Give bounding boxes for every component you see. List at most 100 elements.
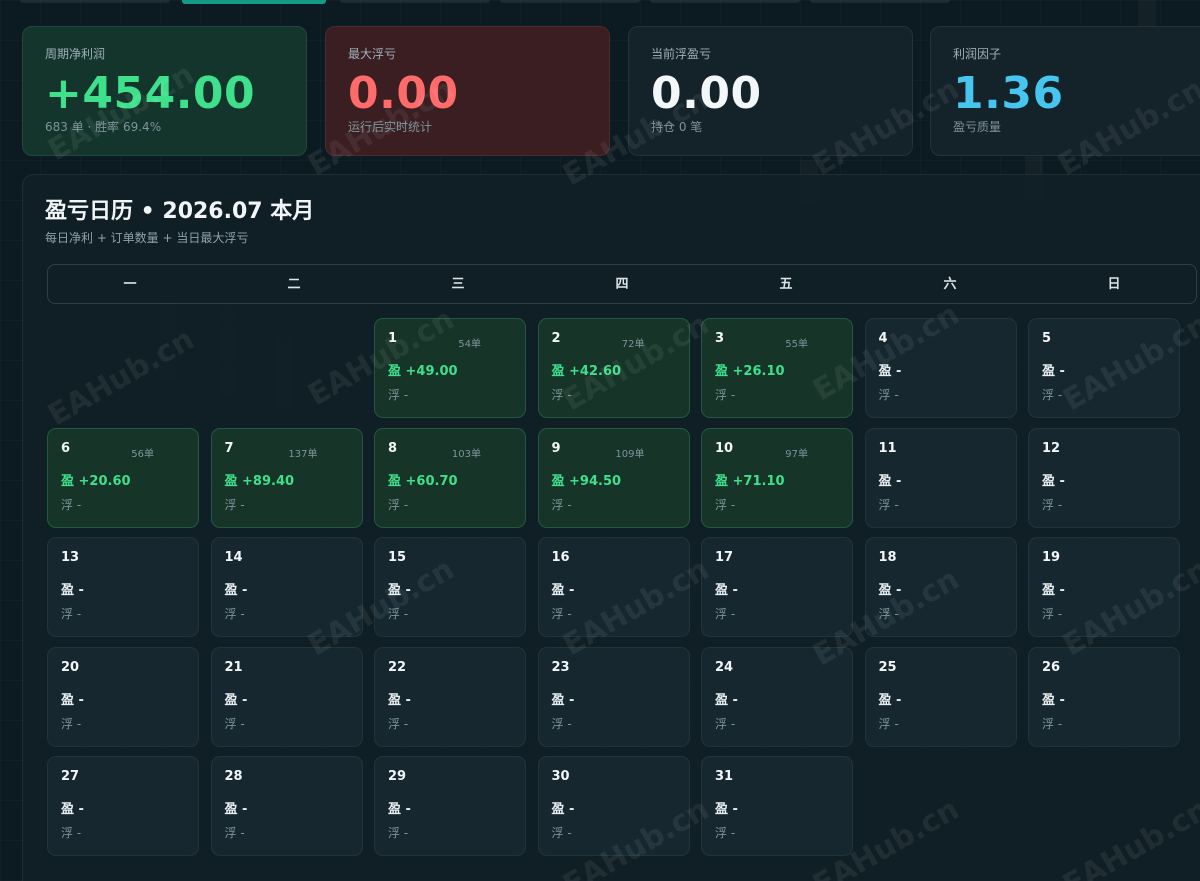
calendar-day-cell[interactable]: 19 盈 - 浮 - (1028, 537, 1180, 637)
day-float: 浮 - (878, 716, 899, 731)
day-number: 7 (224, 440, 234, 456)
day-number: 23 (551, 659, 570, 675)
day-number: 20 (61, 659, 80, 675)
day-float: 浮 - (715, 826, 736, 840)
stat-card-current-pnl: 当前浮盈亏 0.00 持仓 0 笔 (628, 26, 913, 156)
calendar-day-cell[interactable]: 6 56单盈 +20.60 浮 - (47, 427, 199, 528)
tab-ghost[interactable] (340, 0, 490, 3)
day-pnl: 盈 +94.50 (551, 473, 622, 489)
day-number: 30 (551, 769, 570, 784)
calendar-day-cell[interactable]: 13 盈 - 浮 - (47, 537, 199, 637)
calendar-day-cell[interactable]: 1 54单盈 +49.00 浮 - (374, 318, 526, 418)
calendar-day-cell[interactable]: 26 盈 - 浮 - (1028, 646, 1180, 747)
calendar-day-cell[interactable]: 28 盈 - 浮 - (210, 756, 363, 856)
day-float: 浮 - (1042, 716, 1063, 731)
tab-active[interactable] (182, 0, 326, 4)
calendar-day-cell[interactable]: 8 103单盈 +60.70 浮 - (374, 427, 526, 528)
calendar-day-cell[interactable]: 20 盈 - 浮 - (47, 646, 199, 747)
day-float: 浮 - (551, 607, 572, 621)
calendar-day-cell[interactable]: 23 盈 - 浮 - (537, 646, 690, 747)
stat-value: +454.00 (45, 68, 256, 119)
day-pnl: 盈 - (224, 692, 248, 708)
tab-ghost[interactable] (810, 0, 950, 3)
tab-ghost[interactable] (650, 0, 800, 3)
stat-value: 0.00 (348, 68, 459, 119)
calendar-day-cell[interactable]: 14 盈 - 浮 - (210, 537, 363, 637)
calendar-day-cell[interactable]: 15 盈 - 浮 - (374, 537, 526, 637)
calendar-day-cell[interactable]: 17 盈 - 浮 - (701, 537, 853, 637)
day-float: 浮 - (61, 716, 82, 731)
calendar-day-cell[interactable]: 12 盈 - 浮 - (1028, 427, 1180, 528)
stat-card-max-drawdown: 最大浮亏 0.00 运行后实时统计 (325, 26, 610, 156)
calendar-day-cell[interactable]: 21 盈 - 浮 - (210, 646, 363, 747)
calendar-day-cell[interactable]: 22 盈 - 浮 - (374, 646, 526, 747)
day-number: 8 (388, 440, 398, 456)
day-float: 浮 - (61, 497, 82, 512)
day-pnl: 盈 - (61, 583, 84, 598)
day-pnl: 盈 +49.00 (388, 364, 458, 379)
stat-label: 最大浮亏 (348, 47, 397, 61)
calendar-day-cell[interactable]: 16 盈 - 浮 - (537, 537, 690, 637)
calendar-day-cell[interactable]: 25 盈 - 浮 - (864, 646, 1017, 747)
day-pnl: 盈 - (878, 473, 902, 489)
day-float: 浮 - (224, 716, 245, 731)
weekday-fri: 五 (779, 277, 793, 292)
day-number: 27 (61, 769, 80, 784)
calendar-day-cell[interactable]: 29 盈 - 浮 - (374, 756, 526, 856)
calendar-day-cell[interactable]: 9 109单盈 +94.50 浮 - (537, 427, 690, 528)
stat-sub: 盈亏质量 (953, 120, 1002, 134)
day-number: 29 (388, 769, 407, 784)
calendar-day-cell[interactable]: 31 盈 - 浮 - (701, 756, 853, 856)
day-number: 14 (224, 550, 243, 565)
day-float: 浮 - (1042, 388, 1063, 402)
day-pnl: 盈 - (715, 802, 738, 817)
calendar-day-cell[interactable]: 11 盈 - 浮 - (864, 427, 1017, 528)
weekday-wed: 三 (451, 277, 465, 292)
day-number: 31 (715, 769, 734, 784)
day-number: 2 (551, 331, 561, 346)
calendar-day-cell[interactable]: 24 盈 - 浮 - (701, 646, 853, 747)
day-pnl: 盈 - (878, 583, 902, 598)
day-number: 10 (715, 440, 734, 456)
day-number: 22 (388, 659, 407, 675)
calendar-day-cell[interactable]: 2 72单盈 +42.60 浮 - (537, 318, 690, 418)
order-count: 54单 (458, 339, 481, 350)
calendar-day-cell[interactable]: 27 盈 - 浮 - (47, 756, 199, 856)
calendar-title: 盈亏日历 • 2026.07 本月 (45, 199, 315, 224)
day-pnl: 盈 - (1042, 583, 1065, 598)
day-number: 4 (878, 331, 888, 346)
stat-value: 1.36 (953, 68, 1064, 119)
day-pnl: 盈 - (388, 583, 411, 598)
day-number: 19 (1042, 550, 1061, 565)
day-pnl: 盈 +20.60 (61, 473, 131, 489)
order-count: 72单 (621, 339, 645, 350)
tab-ghost[interactable] (500, 0, 640, 3)
calendar-day-cell[interactable]: 30 盈 - 浮 - (537, 756, 690, 856)
weekday-header: 一 二 三 四 五 六 日 (47, 264, 1197, 304)
calendar-day-cell[interactable]: 4 盈 - 浮 - (864, 318, 1017, 418)
calendar-day-cell[interactable]: 3 55单盈 +26.10 浮 - (701, 318, 853, 418)
order-count: 97单 (785, 448, 808, 460)
calendar-day-cell[interactable]: 7 137单盈 +89.40 浮 - (210, 427, 363, 528)
day-number: 18 (878, 550, 897, 565)
calendar-day-cell[interactable]: 18 盈 - 浮 - (864, 537, 1017, 637)
tab-ghost[interactable] (20, 0, 170, 3)
day-pnl: 盈 +42.60 (551, 364, 622, 379)
day-float: 浮 - (551, 716, 572, 731)
day-number: 12 (1042, 440, 1061, 456)
calendar-day-cell[interactable]: 5 盈 - 浮 - (1028, 318, 1180, 418)
day-float: 浮 - (61, 607, 82, 621)
day-pnl: 盈 - (715, 583, 738, 598)
stat-sub: 运行后实时统计 (348, 120, 433, 134)
day-number: 5 (1042, 331, 1052, 346)
day-float: 浮 - (224, 497, 245, 512)
stat-sub: 683 单 · 胜率 69.4% (45, 120, 162, 134)
calendar-day-cell[interactable]: 10 97单盈 +71.10 浮 - (701, 427, 853, 528)
weekday-tue: 二 (287, 277, 301, 292)
day-float: 浮 - (388, 716, 409, 731)
order-count: 109单 (615, 448, 645, 460)
day-float: 浮 - (551, 826, 572, 840)
order-count: 103单 (451, 448, 481, 460)
stat-sub: 持仓 0 笔 (651, 120, 703, 134)
order-count: 55单 (785, 339, 808, 350)
